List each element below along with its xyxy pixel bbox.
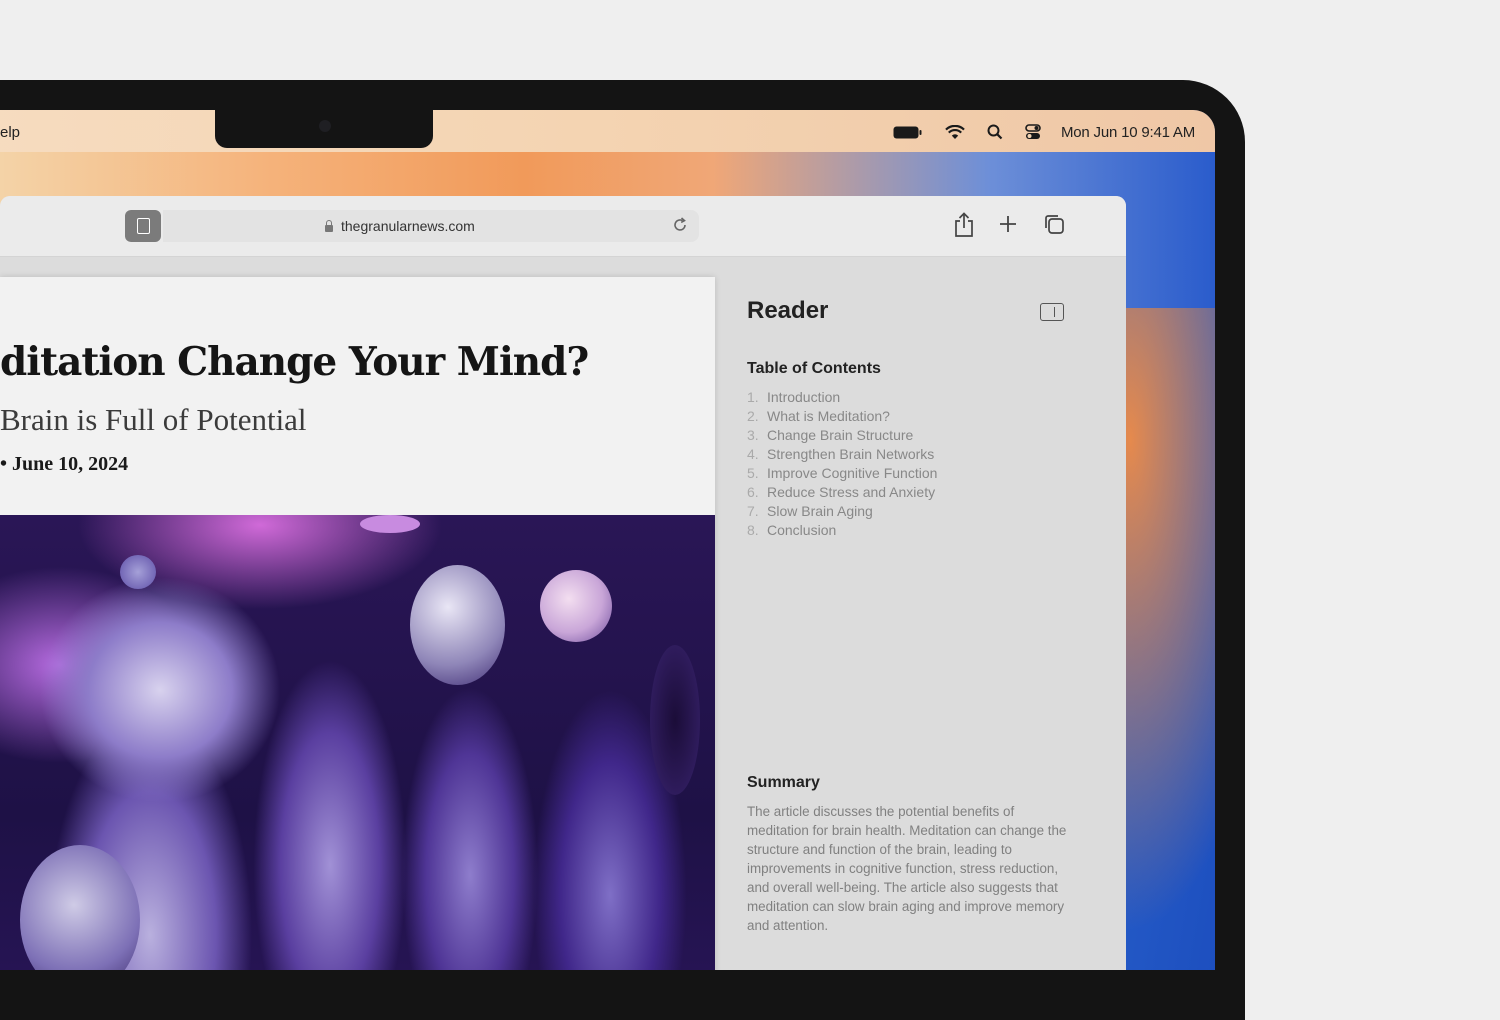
bubble xyxy=(20,845,140,970)
url-text: thegranularnews.com xyxy=(341,218,475,234)
article-headline: ditation Change Your Mind? xyxy=(0,339,589,385)
safari-window: thegranularnews.com ditation Change Your… xyxy=(0,196,1126,970)
reader-title: Reader xyxy=(747,297,829,324)
share-icon[interactable] xyxy=(953,212,975,243)
toc-item[interactable]: 5. Improve Cognitive Function xyxy=(747,464,937,483)
bubble xyxy=(120,555,156,589)
battery-icon[interactable] xyxy=(893,126,923,139)
search-icon[interactable] xyxy=(987,124,1003,140)
reload-icon[interactable] xyxy=(671,216,689,239)
status-area: Mon Jun 10 9:41 AM xyxy=(871,122,1195,142)
hero-illustration xyxy=(0,515,715,970)
toc-heading: Table of Contents xyxy=(747,360,881,377)
bubble xyxy=(360,515,420,533)
article-subheadline: Brain is Full of Potential xyxy=(0,402,307,437)
toc-item[interactable]: 4. Strengthen Brain Networks xyxy=(747,445,937,464)
reader-sidebar: Reader Table of Contents 1. Introduction … xyxy=(727,257,1126,970)
tabs-overview-icon[interactable] xyxy=(1043,213,1065,240)
lock-icon xyxy=(325,219,333,232)
toc-item[interactable]: 7. Slow Brain Aging xyxy=(747,502,937,521)
screen: elp Mon Jun 10 9:41 AM thegranularnews.c… xyxy=(0,110,1215,970)
bubble xyxy=(650,645,700,795)
summary-text: The article discusses the potential bene… xyxy=(747,804,1067,933)
address-bar[interactable]: thegranularnews.com xyxy=(163,210,699,242)
browser-toolbar: thegranularnews.com xyxy=(0,196,1126,257)
toc-item[interactable]: 2. What is Meditation? xyxy=(747,407,937,426)
toc-item[interactable]: 8. Conclusion xyxy=(747,521,937,540)
menu-clock[interactable]: Mon Jun 10 9:41 AM xyxy=(1061,124,1195,141)
camera-notch xyxy=(215,110,433,148)
article-page: ditation Change Your Mind? Brain is Full… xyxy=(0,277,715,970)
summary-heading: Summary xyxy=(747,774,820,791)
reader-icon[interactable] xyxy=(125,210,161,242)
article-date: • June 10, 2024 xyxy=(0,453,129,475)
bubble xyxy=(540,570,612,642)
bubble xyxy=(410,565,505,685)
toc-item[interactable]: 1. Introduction xyxy=(747,388,937,407)
menu-bar: elp Mon Jun 10 9:41 AM xyxy=(0,110,1215,152)
control-center-icon[interactable] xyxy=(1025,124,1041,140)
toc-list: 1. Introduction 2. What is Meditation? 3. C… xyxy=(747,388,937,540)
sidebar-toggle-icon[interactable] xyxy=(1040,303,1064,321)
toc-item[interactable]: 6. Reduce Stress and Anxiety xyxy=(747,483,937,502)
wifi-icon[interactable] xyxy=(945,124,965,140)
new-tab-icon[interactable] xyxy=(998,214,1018,239)
menu-help[interactable]: elp xyxy=(0,124,20,141)
toc-item[interactable]: 3. Change Brain Structure xyxy=(747,426,937,445)
camera-icon xyxy=(319,120,331,132)
